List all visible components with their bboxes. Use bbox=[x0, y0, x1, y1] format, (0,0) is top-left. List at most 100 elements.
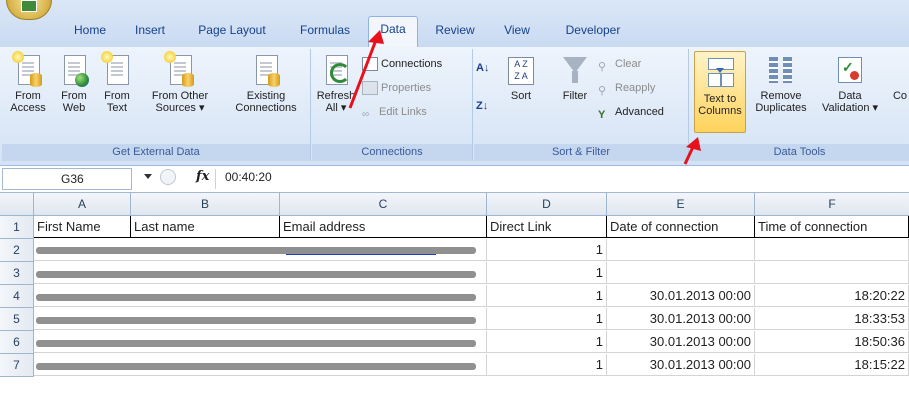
cell-d3[interactable]: 1 bbox=[487, 262, 607, 284]
cell-a3-c3-redacted[interactable] bbox=[34, 262, 487, 284]
refresh-label-2: All ▾ bbox=[325, 102, 347, 114]
cell-c1[interactable]: Email address bbox=[280, 216, 487, 238]
sort-za-button[interactable]: Z↓ bbox=[476, 97, 488, 115]
data-validation-label-1: Data bbox=[838, 90, 862, 102]
fx-icon[interactable]: fx bbox=[196, 169, 209, 184]
group-data-tools: Text to Columns Remove Duplicates ✓ Data… bbox=[690, 49, 909, 161]
filter-button[interactable]: Filter bbox=[558, 53, 592, 102]
row-header-6[interactable]: 6 bbox=[0, 331, 34, 354]
sort-button[interactable]: A ZZ A Sort bbox=[504, 53, 538, 102]
clear-button[interactable]: ⚲ Clear bbox=[598, 55, 641, 73]
redaction-bar bbox=[36, 340, 476, 347]
tab-page-layout[interactable]: Page Layout bbox=[187, 18, 277, 42]
cell-d7[interactable]: 1 bbox=[487, 354, 607, 376]
redaction-bar bbox=[36, 294, 476, 301]
text-to-columns-button[interactable]: Text to Columns bbox=[694, 51, 746, 133]
cell-d6[interactable]: 1 bbox=[487, 331, 607, 353]
refresh-all-button[interactable]: Refresh All ▾ bbox=[316, 53, 356, 114]
row-header-5[interactable]: 5 bbox=[0, 308, 34, 331]
cell-f2[interactable] bbox=[755, 239, 909, 261]
edit-links-button[interactable]: ∞ Edit Links bbox=[362, 103, 427, 121]
row-header-3[interactable]: 3 bbox=[0, 262, 34, 285]
consolidate-button[interactable]: Co bbox=[890, 53, 909, 102]
existing-connections-button[interactable]: Existing Connections bbox=[228, 53, 304, 114]
cell-e3[interactable] bbox=[607, 262, 755, 284]
tab-home[interactable]: Home bbox=[62, 18, 118, 42]
from-other-label-1: From Other bbox=[151, 90, 209, 102]
name-box-dropdown-icon[interactable] bbox=[144, 174, 152, 179]
formula-bar-separator bbox=[215, 169, 216, 189]
column-header-d[interactable]: D bbox=[487, 193, 607, 216]
ribbon-tab-strip: Home Insert Page Layout Formulas Data Re… bbox=[0, 0, 909, 48]
sort-az-button[interactable]: A↓ bbox=[476, 59, 489, 77]
connections-button[interactable]: Connections bbox=[362, 55, 442, 73]
row-header-4[interactable]: 4 bbox=[0, 285, 34, 308]
cell-f1[interactable]: Time of connection bbox=[755, 216, 909, 238]
data-validation-button[interactable]: ✓ Data Validation ▾ bbox=[816, 53, 884, 114]
text-to-columns-label-2: Columns bbox=[698, 105, 742, 117]
cell-b1[interactable]: Last name bbox=[131, 216, 280, 238]
tab-developer[interactable]: Developer bbox=[553, 18, 633, 42]
cell-e1[interactable]: Date of connection bbox=[607, 216, 755, 238]
row-header-7[interactable]: 7 bbox=[0, 354, 34, 377]
from-access-button[interactable]: From Access bbox=[8, 51, 48, 114]
from-text-button[interactable]: From Text bbox=[100, 51, 134, 114]
advanced-button[interactable]: Y Advanced bbox=[598, 103, 664, 121]
cell-d1[interactable]: Direct Link bbox=[487, 216, 607, 238]
cell-e2[interactable] bbox=[607, 239, 755, 261]
email-link-underline bbox=[286, 254, 436, 255]
row-header-2[interactable]: 2 bbox=[0, 239, 34, 262]
cell-f7[interactable]: 18:15:22 bbox=[755, 354, 909, 376]
cell-e6[interactable]: 30.01.2013 00:00 bbox=[607, 331, 755, 353]
consolidate-label: Co bbox=[892, 90, 908, 102]
formula-bar-input[interactable]: 00:40:20 bbox=[225, 170, 272, 184]
from-web-button[interactable]: From Web bbox=[56, 53, 92, 114]
column-header-b[interactable]: B bbox=[131, 193, 280, 216]
from-text-label-2: Text bbox=[106, 102, 128, 114]
from-access-label-2: Access bbox=[10, 102, 46, 114]
cell-a1[interactable]: First Name bbox=[34, 216, 131, 238]
tab-formulas[interactable]: Formulas bbox=[290, 18, 360, 42]
column-header-a[interactable]: A bbox=[34, 193, 131, 216]
cell-d4[interactable]: 1 bbox=[487, 285, 607, 307]
cell-e7[interactable]: 30.01.2013 00:00 bbox=[607, 354, 755, 376]
cell-a2-c2-redacted[interactable] bbox=[34, 239, 487, 261]
from-text-label-1: From bbox=[104, 90, 130, 102]
clear-filter-icon: ⚲ bbox=[598, 61, 607, 74]
cell-d2[interactable]: 1 bbox=[487, 239, 607, 261]
reapply-button[interactable]: ⚲ Reapply bbox=[598, 79, 655, 97]
cell-f6[interactable]: 18:50:36 bbox=[755, 331, 909, 353]
select-all-corner[interactable] bbox=[0, 193, 34, 216]
column-header-f[interactable]: F bbox=[755, 193, 909, 216]
advanced-label: Advanced bbox=[615, 106, 664, 118]
properties-button[interactable]: Properties bbox=[362, 79, 431, 97]
tab-insert[interactable]: Insert bbox=[122, 18, 178, 42]
cell-a4-c4-redacted[interactable] bbox=[34, 285, 487, 307]
cell-a6-c6-redacted[interactable] bbox=[34, 331, 487, 353]
cell-f3[interactable] bbox=[755, 262, 909, 284]
cell-a7-c7-redacted[interactable] bbox=[34, 354, 487, 376]
existing-label-1: Existing bbox=[246, 90, 286, 102]
database-icon bbox=[182, 73, 194, 87]
globe-icon bbox=[75, 73, 89, 87]
row-header-1[interactable]: 1 bbox=[0, 216, 34, 239]
filter-label: Filter bbox=[562, 90, 588, 102]
link-icon: ∞ bbox=[362, 109, 370, 121]
column-header-c[interactable]: C bbox=[280, 193, 487, 216]
from-other-sources-button[interactable]: From Other Sources ▾ bbox=[140, 51, 220, 114]
group-get-external-data: From Access From Web From Text From Othe… bbox=[2, 49, 311, 161]
cell-a5-c5-redacted[interactable] bbox=[34, 308, 487, 330]
sort-icon: A ZZ A bbox=[508, 57, 534, 85]
cell-f5[interactable]: 18:33:53 bbox=[755, 308, 909, 330]
name-box[interactable]: G36 bbox=[2, 168, 132, 190]
tab-review[interactable]: Review bbox=[427, 18, 483, 42]
office-button[interactable] bbox=[6, 0, 52, 20]
cell-e4[interactable]: 30.01.2013 00:00 bbox=[607, 285, 755, 307]
tab-data[interactable]: Data bbox=[368, 16, 418, 48]
remove-duplicates-button[interactable]: Remove Duplicates bbox=[750, 53, 812, 114]
column-header-e[interactable]: E bbox=[607, 193, 755, 216]
cell-d5[interactable]: 1 bbox=[487, 308, 607, 330]
cell-f4[interactable]: 18:20:22 bbox=[755, 285, 909, 307]
cell-e5[interactable]: 30.01.2013 00:00 bbox=[607, 308, 755, 330]
tab-view[interactable]: View bbox=[495, 18, 539, 42]
